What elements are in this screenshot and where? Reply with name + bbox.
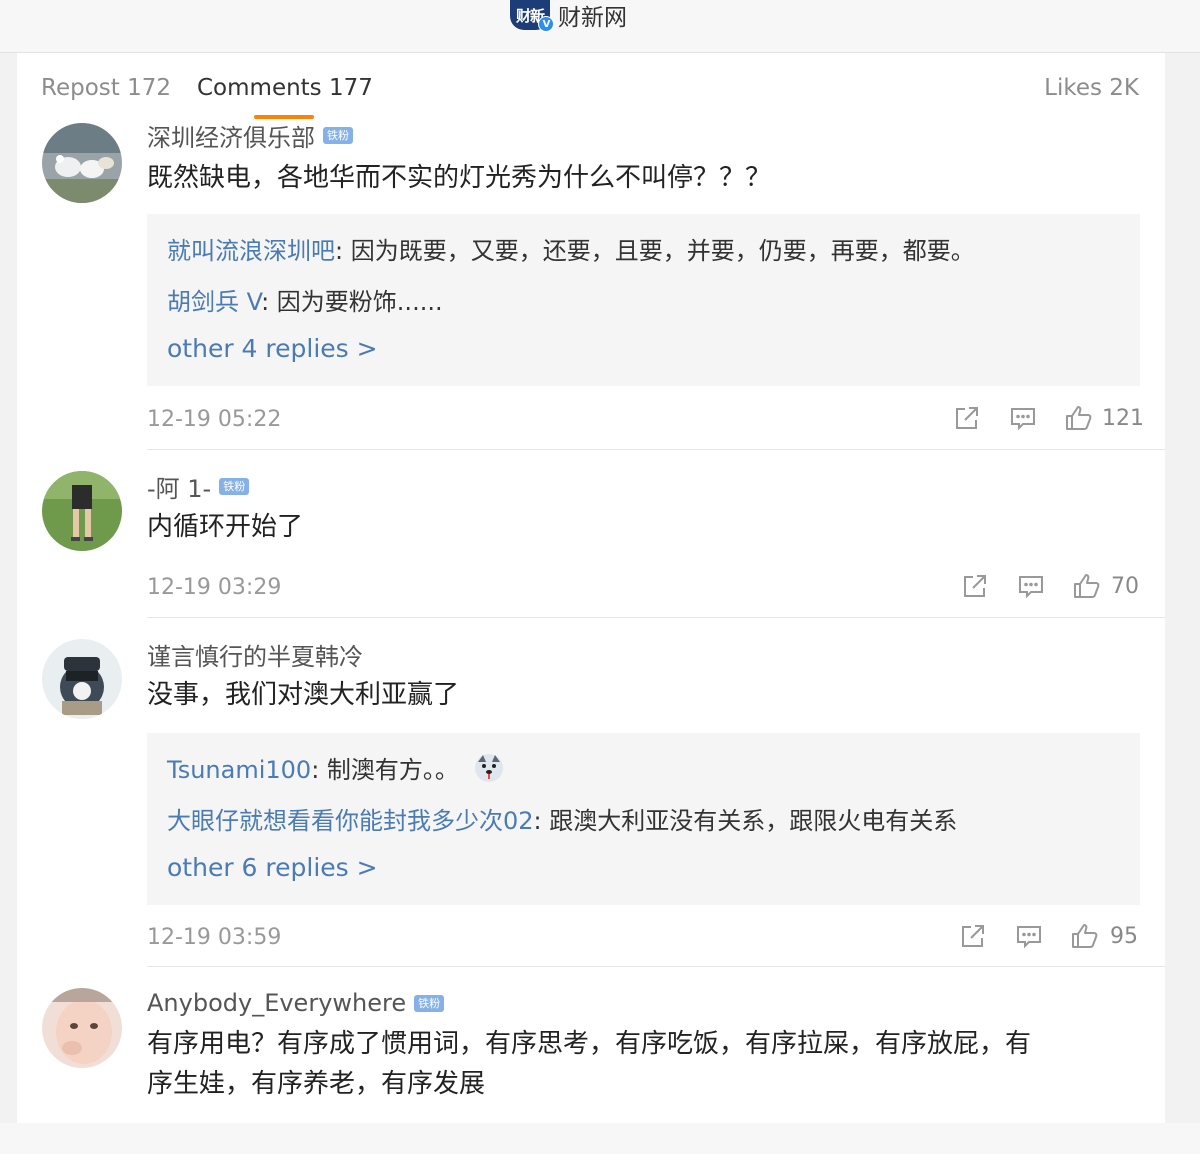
comment-text: 有序用电？有序成了惯用词，有序思考，有序吃饭，有序拉屎，有序放屁，有 序生娃，有… — [147, 1024, 1147, 1104]
share-icon[interactable] — [960, 571, 990, 601]
comment-icon[interactable] — [1008, 403, 1038, 433]
more-replies-link[interactable]: other 6 replies > — [167, 853, 378, 882]
username[interactable]: -阿 1- — [147, 469, 211, 504]
like-count: 95 — [1110, 924, 1138, 949]
comment-header: 谨言慎行的半夏韩冷 — [147, 637, 363, 672]
comment-item: -阿 1- 铁粉 内循环开始了 12-19 03:29 70 — [17, 471, 1165, 621]
interaction-tabs: Repost 172 Comments 177 Likes 2K — [17, 53, 1165, 125]
avatar[interactable] — [42, 471, 122, 551]
comment-item: 谨言慎行的半夏韩冷 没事，我们对澳大利亚赢了 Tsunami100: 制澳有方。… — [17, 639, 1165, 969]
share-icon[interactable] — [958, 921, 988, 951]
divider — [147, 449, 1165, 450]
divider — [147, 617, 1165, 618]
reply-text: : 因为既要，又要，还要，且要，并要，仍要，再要，都要。 — [335, 237, 975, 265]
username[interactable]: 谨言慎行的半夏韩冷 — [147, 637, 363, 672]
brand-header[interactable]: 财新 V 财新网 — [510, 0, 627, 32]
fan-badge: 铁粉 — [219, 477, 250, 495]
comment-item: Anybody_Everywhere 铁粉 有序用电？有序成了惯用词，有序思考，… — [17, 988, 1165, 1123]
like-count: 121 — [1102, 406, 1144, 431]
fan-badge: 铁粉 — [414, 994, 445, 1012]
reply-item: 就叫流浪深圳吧: 因为既要，又要，还要，且要，并要，仍要，再要，都要。 — [167, 231, 975, 266]
husky-emoji-icon — [474, 754, 503, 782]
thumbs-up-icon[interactable] — [1064, 403, 1094, 433]
comment-header: -阿 1- 铁粉 — [147, 469, 250, 504]
avatar-image — [42, 471, 122, 551]
comment-header: 深圳经济俱乐部 铁粉 — [147, 118, 353, 153]
timestamp: 12-19 03:59 — [147, 925, 282, 950]
avatar-image — [42, 639, 122, 719]
avatar[interactable] — [42, 988, 122, 1068]
tab-repost[interactable]: Repost 172 — [41, 75, 171, 101]
reply-item: 大眼仔就想看看你能封我多少次02: 跟澳大利亚没有关系，跟限火电有关系 — [167, 801, 957, 836]
like-count: 70 — [1111, 574, 1139, 599]
reply-username[interactable]: 胡剑兵 V — [167, 288, 261, 316]
verified-icon: V — [538, 16, 554, 32]
reply-box[interactable]: 就叫流浪深圳吧: 因为既要，又要，还要，且要，并要，仍要，再要，都要。 胡剑兵 … — [147, 214, 1140, 386]
bottom-bar — [0, 1123, 1200, 1154]
fan-badge: 铁粉 — [323, 126, 353, 144]
more-replies-link[interactable]: other 4 replies > — [167, 334, 378, 363]
brand-name: 财新网 — [558, 5, 627, 31]
tab-comments[interactable]: Comments 177 — [197, 75, 373, 101]
reply-text: : 制澳有方。。 — [311, 756, 459, 784]
comment-text: 内循环开始了 — [147, 512, 304, 542]
reply-box[interactable]: Tsunami100: 制澳有方。。 大眼仔就想看看你能封我多少次02: 跟澳大… — [147, 733, 1140, 905]
reply-item: Tsunami100: 制澳有方。。 — [167, 750, 505, 785]
thumbs-up-icon[interactable] — [1070, 921, 1100, 951]
comment-header: Anybody_Everywhere 铁粉 — [147, 988, 445, 1018]
reply-text: : 跟澳大利亚没有关系，跟限火电有关系 — [533, 807, 958, 835]
reply-username[interactable]: Tsunami100 — [167, 756, 311, 784]
brand-logo: 财新 V — [510, 0, 554, 32]
comment-meta: 12-19 03:59 95 — [147, 921, 1140, 955]
comment-item: 深圳经济俱乐部 铁粉 既然缺电，各地华而不实的灯光秀为什么不叫停？？？ 就叫流浪… — [17, 120, 1165, 450]
reply-username[interactable]: 大眼仔就想看看你能封我多少次02 — [167, 807, 534, 835]
avatar-image — [42, 988, 122, 1068]
comment-text: 既然缺电，各地华而不实的灯光秀为什么不叫停？？？ — [147, 163, 772, 193]
thumbs-up-icon[interactable] — [1072, 571, 1102, 601]
post-interactions-card: Repost 172 Comments 177 Likes 2K 深圳经济俱乐部… — [17, 53, 1165, 1123]
tab-likes[interactable]: Likes 2K — [1044, 75, 1139, 101]
comment-icon[interactable] — [1014, 921, 1044, 951]
comment-text-line: 序生娃，有序养老，有序发展 — [147, 1069, 486, 1099]
comment-meta: 12-19 03:29 70 — [147, 571, 1140, 605]
reply-text: : 因为要粉饰...... — [261, 288, 443, 316]
username[interactable]: 深圳经济俱乐部 — [147, 118, 315, 153]
timestamp: 12-19 05:22 — [147, 407, 282, 432]
reply-item: 胡剑兵 V: 因为要粉饰...... — [167, 282, 443, 317]
comment-meta: 12-19 05:22 121 — [147, 403, 1144, 437]
divider — [147, 966, 1165, 967]
share-icon[interactable] — [952, 403, 982, 433]
username[interactable]: Anybody_Everywhere — [147, 989, 406, 1017]
avatar-image — [42, 123, 122, 203]
comment-text-line: 有序用电？有序成了惯用词，有序思考，有序吃饭，有序拉屎，有序放屁，有 — [147, 1029, 1032, 1059]
timestamp: 12-19 03:29 — [147, 575, 282, 600]
comment-text: 没事，我们对澳大利亚赢了 — [147, 680, 460, 710]
top-bar: 财新 V 财新网 — [0, 0, 1200, 53]
comment-icon[interactable] — [1016, 571, 1046, 601]
reply-username[interactable]: 就叫流浪深圳吧 — [167, 237, 335, 265]
avatar[interactable] — [42, 639, 122, 719]
avatar[interactable] — [42, 123, 122, 203]
